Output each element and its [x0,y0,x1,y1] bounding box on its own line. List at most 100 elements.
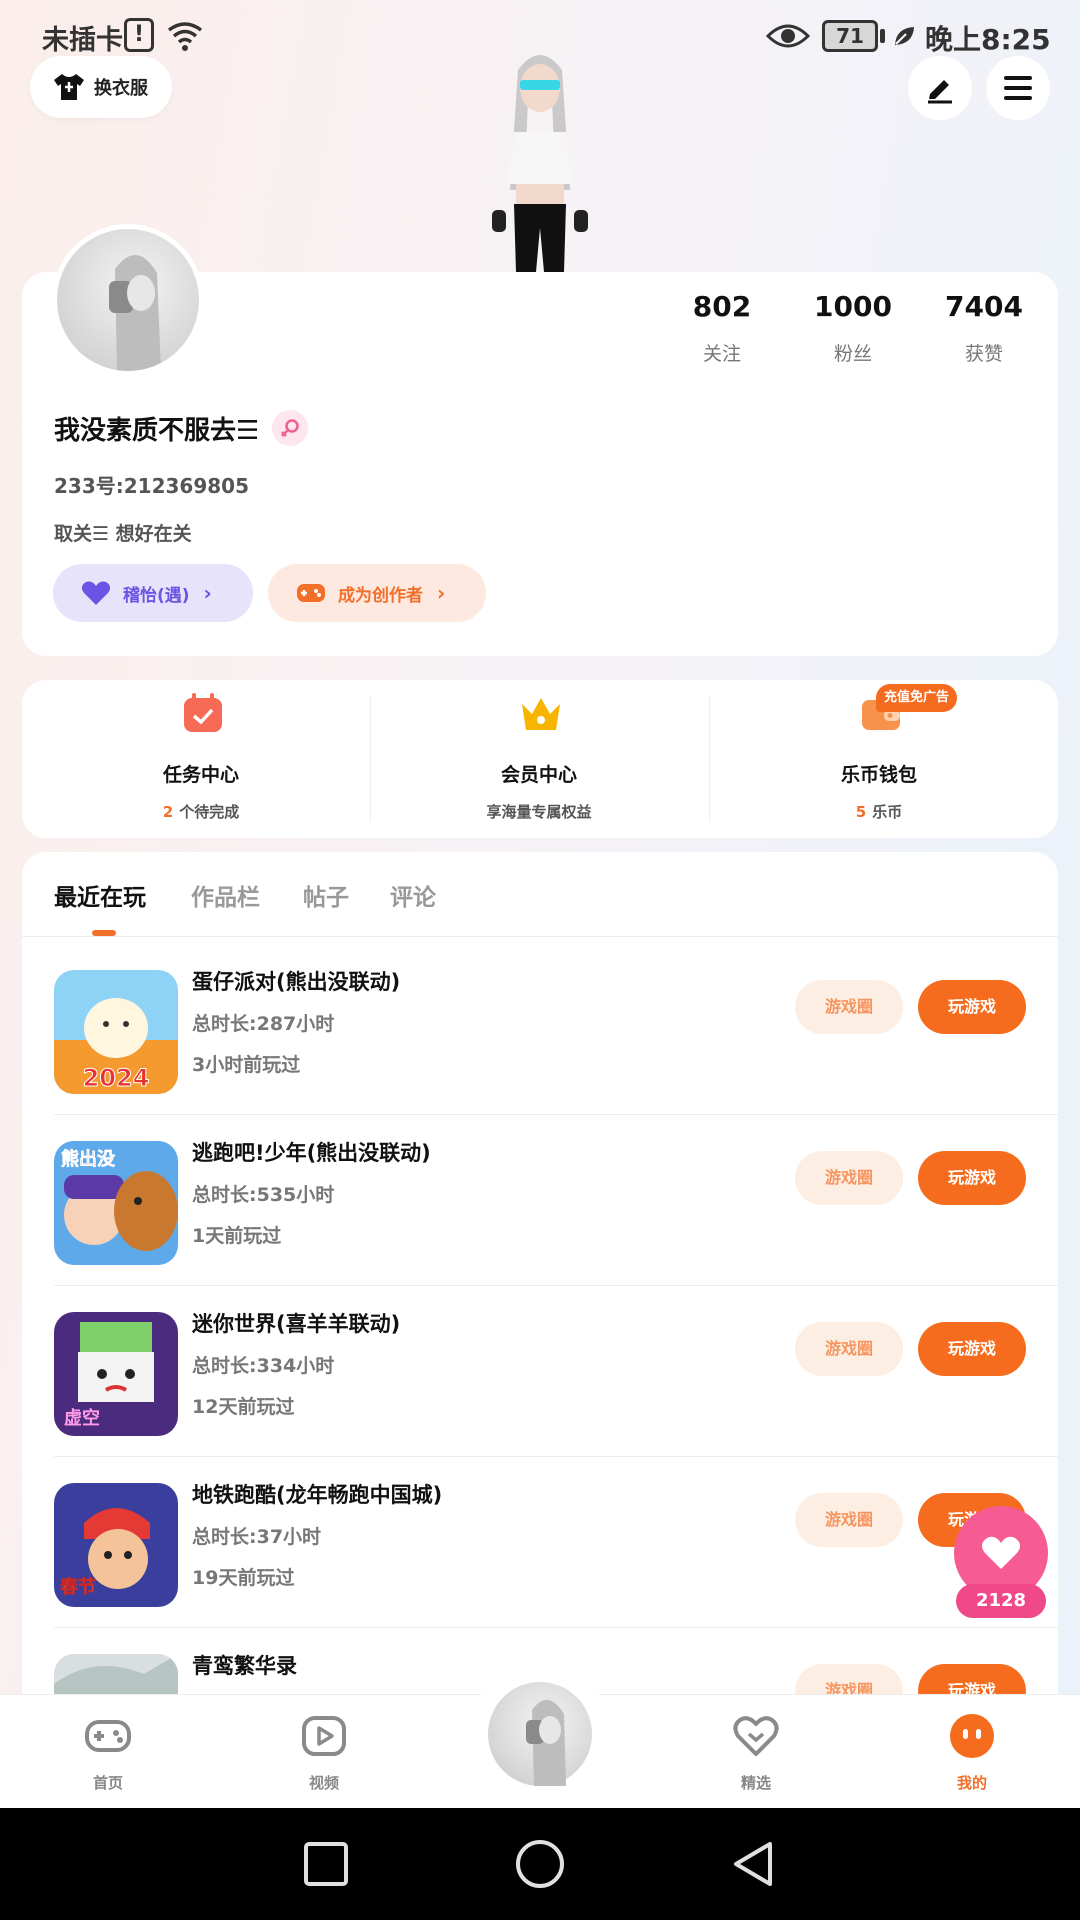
like-count-badge: 2128 [956,1584,1046,1618]
status-pill-button[interactable]: 稽怡(遇) › [53,564,253,622]
edit-profile-button[interactable] [908,56,972,120]
task-center-title: 任务中心 [162,764,239,786]
game-circle-button[interactable]: 游戏圈 [795,1322,903,1376]
game-last-played: 3小时前玩过 [192,1054,301,1076]
list-item[interactable]: 熊出没 逃跑吧!少年(熊出没联动) 总时长:535小时 1天前玩过 游戏圈 玩游… [22,1115,1058,1286]
play-game-button[interactable]: 玩游戏 [918,980,1026,1034]
calendar-check-icon [184,693,222,732]
game-circle-button[interactable]: 游戏圈 [795,980,903,1034]
play-game-button[interactable]: 玩游戏 [918,1322,1026,1376]
nav-video[interactable]: 视频 [264,1712,384,1793]
leaf-icon [895,27,914,45]
game-last-played: 12天前玩过 [192,1396,295,1418]
game-last-played: 1天前玩过 [192,1225,282,1247]
bio: 取关☰ 想好在关 [54,523,192,545]
eye-icon [766,24,810,48]
game-duration: 总时长:287小时 [192,1013,335,1035]
fans-count: 1000 [814,290,892,323]
nav-featured-label: 精选 [740,1774,771,1792]
become-creator-label: 成为创作者 [338,585,423,606]
play-game-button[interactable]: 玩游戏 [918,1151,1026,1205]
nav-mine-label: 我的 [956,1774,987,1792]
stat-fans[interactable]: 1000 粉丝 [798,290,908,366]
nav-home[interactable]: 首页 [48,1712,168,1793]
tab-recently-played[interactable]: 最近在玩 [54,878,146,912]
game-icon: 春节 [54,1483,178,1607]
battery-icon: 71 [822,20,878,52]
gamepad-icon [85,1720,131,1752]
become-creator-button[interactable]: 成为创作者 › [268,564,486,622]
game-icon-text: 熊出没 [61,1148,116,1170]
vip-center-title: 会员中心 [500,764,577,786]
battery-tip [880,29,885,43]
game-icon-text: 虚空 [64,1407,100,1429]
avatar-image [526,1699,566,1786]
game-circle-button[interactable]: 游戏圈 [795,1151,903,1205]
list-item[interactable]: 2024 蛋仔派对(熊出没联动) 总时长:287小时 3小时前玩过 游戏圈 玩游… [22,944,1058,1115]
game-name: 地铁跑酷(龙年畅跑中国城) [192,1483,443,1507]
heart-gem-icon [733,1716,779,1756]
following-count: 802 [692,290,752,323]
avatar-image [109,254,161,371]
stat-following[interactable]: 802 关注 [667,290,777,366]
wallet-title: 乐币钱包 [840,764,917,786]
nav-avatar-button[interactable] [484,1678,596,1790]
game-icon: 熊出没 [54,1141,178,1265]
home-circle-icon[interactable] [514,1838,566,1890]
game-icon: 2024 [54,970,178,1094]
crown-icon [522,698,560,730]
game-icon-text: 春节 [60,1576,96,1598]
tab-comments[interactable]: 评论 [390,878,436,912]
stat-likes[interactable]: 7404 获赞 [929,290,1039,366]
likes-count: 7404 [945,290,1023,323]
heart-icon [981,1536,1021,1569]
avatar[interactable] [52,224,204,376]
nav-video-label: 视频 [308,1774,339,1792]
game-circle-button[interactable]: 游戏圈 [795,1493,903,1547]
carrier-label: 未插卡 [42,25,123,56]
wallet-coin-unit: 乐币 [872,803,903,821]
heart-icon [81,581,111,605]
nav-mine[interactable]: 我的 [912,1712,1032,1793]
game-icon-text: 2024 [83,1064,150,1092]
nav-home-label: 首页 [92,1774,123,1792]
game-duration: 总时长:334小时 [192,1355,335,1377]
pen-icon [928,80,952,104]
chevron-right-icon: › [203,581,212,605]
tab-divider [22,936,1058,937]
change-outfit-button[interactable]: 换衣服 [30,56,172,118]
game-duration: 总时长:37小时 [192,1526,322,1548]
tab-posts[interactable]: 帖子 [303,878,349,912]
smiley-face-icon [950,1714,994,1758]
tab-works[interactable]: 作品栏 [191,878,260,912]
game-name: 迷你世界(喜羊羊联动) [192,1312,401,1336]
vip-center-subtitle: 享海量专属权益 [486,803,592,821]
shirt-icon [54,74,84,100]
status-pill-label: 稽怡(遇) [123,585,190,606]
back-triangle-icon[interactable] [728,1838,780,1890]
female-gender-icon [272,410,308,446]
wallet-coin-count: 5 [855,803,867,821]
wifi-icon [167,22,203,51]
task-center-button[interactable]: 任务中心 2 个待完成 [32,690,370,830]
game-duration: 总时长:535小时 [192,1184,335,1206]
game-last-played: 19天前玩过 [192,1567,295,1589]
list-item[interactable]: 虚空 迷你世界(喜羊羊联动) 总时长:334小时 12天前玩过 游戏圈 玩游戏 [22,1286,1058,1457]
username: 我没素质不服去☰ [54,416,260,446]
change-outfit-label: 换衣服 [94,78,148,99]
recent-apps-icon[interactable] [300,1838,352,1890]
hamburger-menu-icon [1004,76,1032,100]
nav-featured[interactable]: 精选 [696,1712,816,1793]
list-item[interactable]: 春节 地铁跑酷(龙年畅跑中国城) 总时长:37小时 19天前玩过 游戏圈 玩游戏 [22,1457,1058,1628]
menu-button[interactable] [986,56,1050,120]
vip-center-button[interactable]: 会员中心 享海量专属权益 [370,690,708,830]
avatar-character-image[interactable] [460,40,620,272]
gamepad-icon [297,584,325,602]
task-center-subtitle: 2 个待完成 [32,801,370,822]
game-icon: 虚空 [54,1312,178,1436]
fans-label: 粉丝 [833,343,872,365]
wallet-subtitle: 5 乐币 [710,801,1048,822]
following-label: 关注 [702,343,741,365]
sim-alert-icon: ! [124,18,154,52]
likes-label: 获赞 [964,343,1003,365]
